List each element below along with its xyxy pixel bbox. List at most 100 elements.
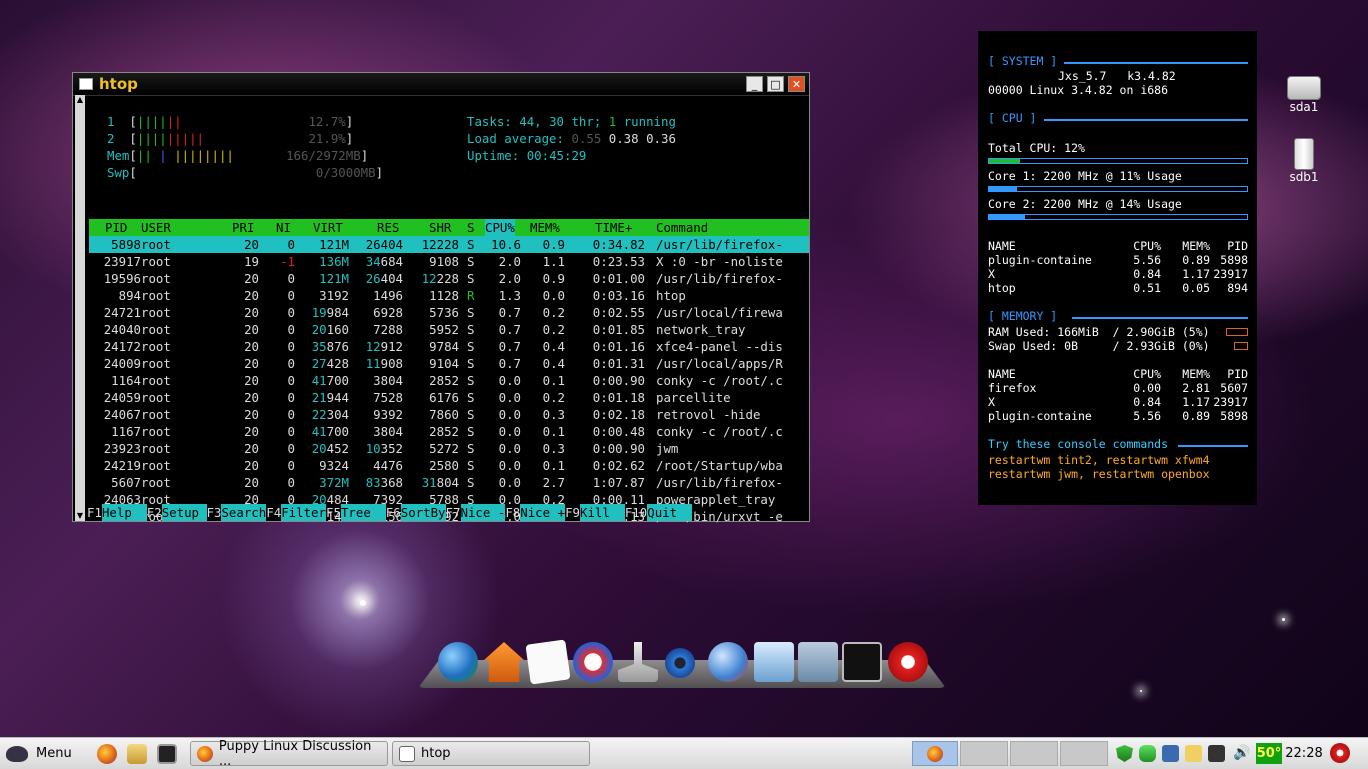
power-icon[interactable] <box>888 642 928 682</box>
pager-desktop-4[interactable] <box>1060 741 1108 766</box>
process-row[interactable]: 24040 root 20 0 20160 7288 5952 S 0.7 0.2 0:01.85 n… <box>89 321 809 338</box>
scroll-down-arrow-icon[interactable]: ▼ <box>75 511 85 521</box>
function-key-bar[interactable]: F1 Help F2 Setup F3 Search F4 Filter F5 Tree F6… <box>87 504 809 521</box>
cell-ni: 0 <box>287 407 295 422</box>
col-state[interactable]: S <box>467 219 474 236</box>
fkey-number[interactable]: F9 <box>565 504 580 521</box>
fkey-sortby-button[interactable]: SortBy <box>400 504 446 521</box>
fkey-number[interactable]: F8 <box>505 504 520 521</box>
desktop-icon-sda1[interactable]: sda1 <box>1284 76 1324 114</box>
terminal-launcher-icon[interactable] <box>157 744 177 764</box>
fkey-number[interactable]: F4 <box>266 504 281 521</box>
scrollbar[interactable]: ▲ ▼ <box>75 95 85 521</box>
col-user[interactable]: USER <box>141 219 171 236</box>
task-htop[interactable]: htop <box>392 741 590 766</box>
col-cpu[interactable]: CPU% <box>485 219 515 236</box>
scroll-up-arrow-icon[interactable]: ▲ <box>75 95 85 105</box>
fkey-number[interactable]: F2 <box>147 504 162 521</box>
col-time[interactable]: TIME+ <box>595 219 632 236</box>
fkey-number[interactable]: F10 <box>625 504 647 521</box>
fkey-number[interactable]: F7 <box>446 504 461 521</box>
maximize-button[interactable]: □ <box>767 76 784 92</box>
process-row[interactable]: 24721 root 20 0 19984 6928 5736 S 0.7 0.2 0:02.55 /… <box>89 304 809 321</box>
menu-button[interactable]: Menu <box>6 741 90 766</box>
fkey-number[interactable]: F3 <box>207 504 222 521</box>
cell-cpu: 0.0 <box>498 424 521 439</box>
firefox-launcher-icon[interactable] <box>97 744 117 764</box>
folder-launcher-icon[interactable] <box>127 744 147 764</box>
terminal-area[interactable]: 1 [|||||| 12.7%] 2 [||||||||| 21.9%] Mem… <box>87 95 809 524</box>
firewall-shield-icon[interactable] <box>1116 745 1133 762</box>
col-mem[interactable]: MEM% <box>530 219 560 236</box>
fkey-nice-button[interactable]: Nice + <box>520 504 566 521</box>
shutdown-icon[interactable] <box>1330 743 1350 763</box>
browser-icon[interactable] <box>708 642 748 682</box>
col-ni[interactable]: NI <box>276 219 291 236</box>
cell-virt: 9324 <box>319 458 349 473</box>
home-icon[interactable] <box>484 642 524 682</box>
file-manager-icon[interactable] <box>754 642 794 682</box>
process-row[interactable]: 1164 root 20 0 41700 3804 2852 S 0.0 0.1 0:00.90 co… <box>89 372 809 389</box>
cpu-temperature[interactable]: 50° <box>1256 743 1282 764</box>
fkey-number[interactable]: F5 <box>326 504 341 521</box>
pager-desktop-3[interactable] <box>1010 741 1058 766</box>
minimize-button[interactable]: _ <box>746 76 763 92</box>
htop-titlebar[interactable]: htop _ □ ✕ <box>73 73 809 96</box>
table-cell: 23917 <box>1213 267 1248 281</box>
col-pid[interactable]: PID <box>105 219 127 236</box>
col-shr[interactable]: SHR <box>429 219 451 236</box>
fkey-help-button[interactable]: Help <box>101 504 147 521</box>
settings-gear-icon[interactable] <box>665 648 695 678</box>
process-row[interactable]: 1167 root 20 0 41700 3804 2852 S 0.0 0.1 0:00.48 co… <box>89 423 809 440</box>
uptime: Uptime: 00:45:29 <box>467 148 587 163</box>
fkey-quit-button[interactable]: Quit <box>647 504 693 521</box>
clipboard-icon[interactable] <box>1185 745 1202 762</box>
process-row[interactable]: 24009 root 20 0 27428 11908 9104 S 0.7 0.4 0:01.31… <box>89 355 809 372</box>
col-res[interactable]: RES <box>377 219 399 236</box>
pager-desktop-1[interactable] <box>912 741 958 766</box>
col-pri[interactable]: PRI <box>232 219 254 236</box>
volume-icon[interactable]: 🔊 <box>1233 745 1250 762</box>
process-row[interactable]: 24059 root 20 0 21944 7528 6176 S 0.0 0.2 0:01.18 p… <box>89 389 809 406</box>
fkey-search-button[interactable]: Search <box>221 504 267 521</box>
fkey-number[interactable]: F1 <box>87 504 102 521</box>
media-player-icon[interactable] <box>573 642 613 682</box>
process-row[interactable]: 894 root 20 0 3192 1496 1128 R 1.3 0.0 0:03.16 htop <box>89 287 809 304</box>
col-virt[interactable]: VIRT <box>313 219 343 236</box>
col-command[interactable]: Command <box>656 219 708 236</box>
cell-pid: 894 <box>118 288 141 303</box>
remote-desktop-icon[interactable] <box>798 642 838 682</box>
fkey-tree-button[interactable]: Tree <box>340 504 386 521</box>
drive-status-icon[interactable] <box>1139 745 1156 762</box>
process-table-header[interactable]: PID USER PRI NI VIRT RES SHR S CPU% MEM%… <box>89 219 809 236</box>
globe-icon[interactable] <box>438 642 478 682</box>
battery-icon[interactable] <box>1208 745 1225 762</box>
desktop-icon-sdb1[interactable]: sdb1 <box>1284 138 1324 184</box>
process-row[interactable]: 5607 root 20 0 372M 83368 31804 S 0.0 2.7 1:07.87 /… <box>89 474 809 491</box>
network-icon[interactable] <box>1162 745 1179 762</box>
process-row[interactable]: 24067 root 20 0 22304 9392 7860 S 0.0 0.3 0:02.18 r… <box>89 406 809 423</box>
write-icon[interactable] <box>525 639 571 685</box>
task-firefox[interactable]: Puppy Linux Discussion ... <box>190 739 388 769</box>
fkey-filter-button[interactable]: Filter <box>281 504 327 521</box>
fkey-nice-button[interactable]: Nice - <box>460 504 506 521</box>
cell-ni: 0 <box>287 339 295 354</box>
cell-shr: 2580 <box>429 458 459 473</box>
swap-used: Swap Used: 0B / 2.93GiB (0%) <box>988 339 1210 353</box>
process-row[interactable]: 5898 root 20 0 121M 26404 12228 S 10.6 0.9 0:34.82… <box>89 236 809 253</box>
process-row[interactable]: 19596 root 20 0 121M 26404 12228 S 2.0 0.9 0:01.00… <box>89 270 809 287</box>
pager-desktop-2[interactable] <box>960 741 1008 766</box>
menu-label: Menu <box>36 746 72 761</box>
close-button[interactable]: ✕ <box>788 76 805 92</box>
process-row[interactable]: 24172 root 20 0 35876 12912 9784 S 0.7 0.4 0:01.16… <box>89 338 809 355</box>
process-row[interactable]: 23923 root 20 0 20452 10352 5272 S 0.0 0.3 0:00.90… <box>89 440 809 457</box>
cell-s: R <box>467 288 475 303</box>
fkey-setup-button[interactable]: Setup <box>161 504 207 521</box>
fkey-kill-button[interactable]: Kill <box>580 504 625 521</box>
fkey-number[interactable]: F6 <box>386 504 401 521</box>
htop-window[interactable]: htop _ □ ✕ ▲ ▼ 1 [|||||| 12.7%] 2 [|||||… <box>72 72 810 524</box>
clock[interactable]: 22:28 <box>1284 741 1324 766</box>
process-row[interactable]: 24219 root 20 0 9324 4476 2580 S 0.0 0.1 0:02.62/r… <box>89 457 809 474</box>
process-row[interactable]: 23917 root 19 -1 136M 34684 9108 S 2.0 1.1 0:23.53… <box>89 253 809 270</box>
terminal-icon[interactable] <box>842 642 882 682</box>
